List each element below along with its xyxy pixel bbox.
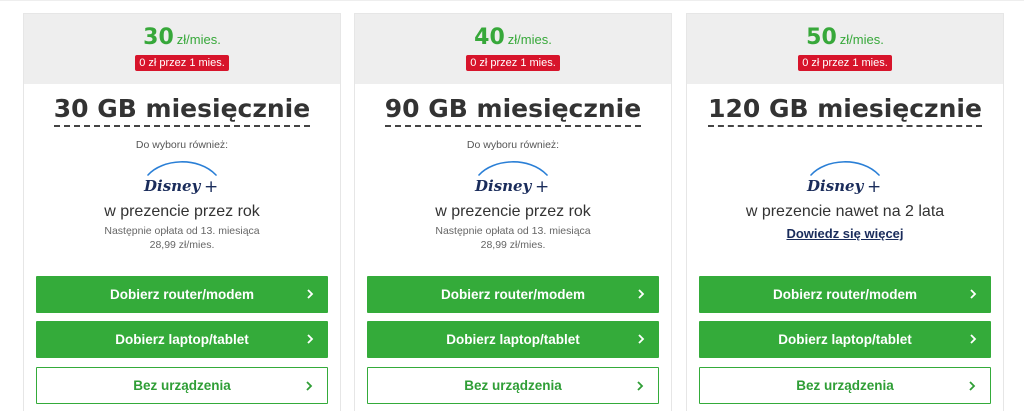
button-label: Dobierz router/modem	[772, 287, 918, 302]
button-label: Dobierz router/modem	[109, 287, 255, 302]
gift-text: w prezencie nawet na 2 lata	[745, 203, 945, 220]
price-amount: 50	[806, 25, 837, 50]
svg-text:Disney: Disney	[143, 177, 202, 195]
follow-up-fee-note: Następnie opłata od 13. miesiąca	[435, 225, 591, 237]
data-allowance-title: 30 GB miesięcznie	[53, 93, 311, 127]
disney-plus-logo: Disney +	[474, 161, 549, 197]
svg-text:Disney: Disney	[806, 177, 865, 195]
follow-up-fee-amount: 28,99 zł/mies.	[480, 239, 546, 251]
choose-laptop-button[interactable]: Dobierz laptop/tablet	[36, 321, 328, 358]
button-label: Dobierz laptop/tablet	[115, 332, 249, 347]
top-divider	[0, 0, 1024, 1]
plan-price-header: 30 zł/mies. 0 zł przez 1 mies.	[24, 14, 340, 84]
chevron-right-icon	[969, 381, 976, 391]
price-amount: 40	[474, 25, 505, 50]
data-allowance-title: 90 GB miesięcznie	[384, 93, 642, 127]
button-label: Bez urządzenia	[796, 378, 894, 393]
plan-price-header: 40 zł/mies. 0 zł przez 1 mies.	[355, 14, 671, 84]
chevron-right-icon	[306, 381, 313, 391]
price-line: 40 zł/mies.	[355, 25, 671, 53]
choose-router-button[interactable]: Dobierz router/modem	[699, 276, 991, 313]
gift-text: w prezencie przez rok	[104, 203, 260, 220]
price-line: 30 zł/mies.	[24, 25, 340, 53]
disney-plus-logo: Disney +	[806, 161, 881, 197]
svg-text:Disney: Disney	[474, 177, 533, 195]
plan-card-90gb: 40 zł/mies. 0 zł przez 1 mies. 90 GB mies…	[354, 13, 672, 411]
button-label: Bez urządzenia	[464, 378, 562, 393]
promo-badge: 0 zł przez 1 mies.	[466, 55, 560, 71]
button-label: Dobierz laptop/tablet	[446, 332, 580, 347]
choose-router-button[interactable]: Dobierz router/modem	[36, 276, 328, 313]
price-unit: zł/mies.	[176, 32, 221, 47]
plan-card-120gb: 50 zł/mies. 0 zł przez 1 mies. 120 GB mie…	[686, 13, 1004, 411]
no-device-button[interactable]: Bez urządzenia	[367, 367, 659, 404]
price-amount: 30	[143, 25, 174, 50]
svg-text:+: +	[204, 177, 218, 197]
chevron-right-icon	[970, 334, 977, 344]
disney-plus-logo: Disney +	[143, 161, 218, 197]
extra-offer-label: Do wyboru również:	[466, 139, 560, 151]
extra-offer-label: Do wyboru również:	[135, 139, 229, 151]
svg-text:+: +	[535, 177, 549, 197]
button-label: Bez urządzenia	[133, 378, 231, 393]
chevron-right-icon	[970, 289, 977, 299]
button-label: Dobierz laptop/tablet	[778, 332, 912, 347]
no-device-button[interactable]: Bez urządzenia	[699, 367, 991, 404]
learn-more-link[interactable]: Dowiedz się więcej	[687, 226, 1003, 241]
extra-offer-label-empty	[687, 139, 1003, 153]
plan-price-header: 50 zł/mies. 0 zł przez 1 mies.	[687, 14, 1003, 84]
price-line: 50 zł/mies.	[687, 25, 1003, 53]
chevron-right-icon	[638, 334, 645, 344]
choose-laptop-button[interactable]: Dobierz laptop/tablet	[699, 321, 991, 358]
follow-up-fee-note: Następnie opłata od 13. miesiąca	[104, 225, 260, 237]
chevron-right-icon	[307, 334, 314, 344]
chevron-right-icon	[637, 381, 644, 391]
choose-router-button[interactable]: Dobierz router/modem	[367, 276, 659, 313]
price-unit: zł/mies.	[839, 32, 884, 47]
follow-up-fee-amount: 28,99 zł/mies.	[149, 239, 215, 251]
svg-text:+: +	[867, 177, 881, 197]
chevron-right-icon	[307, 289, 314, 299]
data-allowance-title: 120 GB miesięcznie	[708, 93, 982, 127]
gift-text: w prezencie przez rok	[435, 203, 591, 220]
choose-laptop-button[interactable]: Dobierz laptop/tablet	[367, 321, 659, 358]
promo-badge: 0 zł przez 1 mies.	[135, 55, 229, 71]
price-unit: zł/mies.	[507, 32, 552, 47]
chevron-right-icon	[638, 289, 645, 299]
plan-card-30gb: 30 zł/mies. 0 zł przez 1 mies. 30 GB mies…	[23, 13, 341, 411]
no-device-button[interactable]: Bez urządzenia	[36, 367, 328, 404]
button-label: Dobierz router/modem	[440, 287, 586, 302]
promo-badge: 0 zł przez 1 mies.	[798, 55, 892, 71]
